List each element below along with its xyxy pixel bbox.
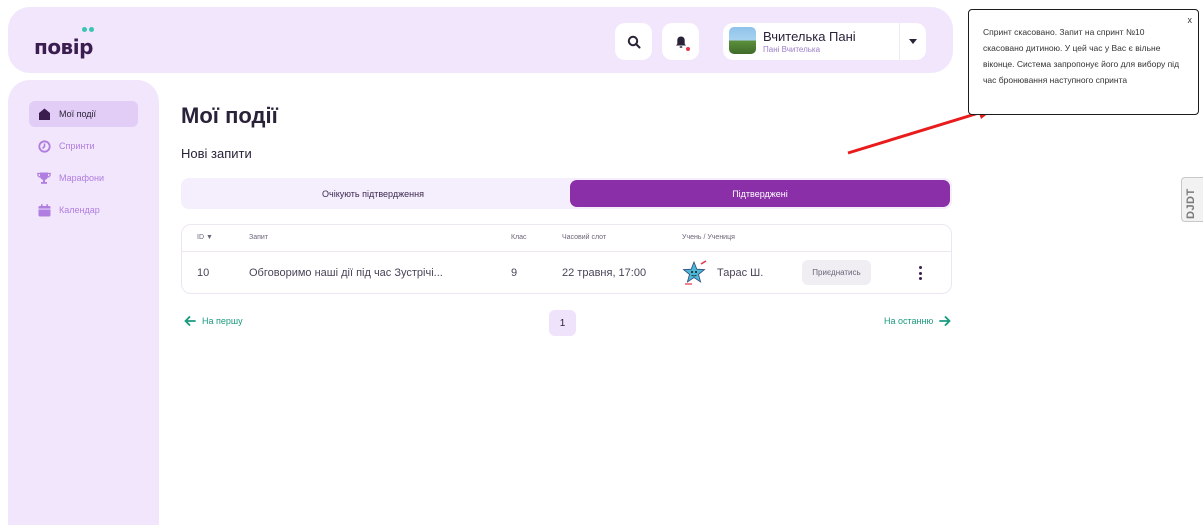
debug-toolbar-handle[interactable]: DJDT <box>1181 177 1203 222</box>
notification-toast: x Спринт скасовано. Запит на спринт №10 … <box>968 9 1199 115</box>
sidebar-item-label: Спринти <box>59 141 95 151</box>
cell-grade: 9 <box>511 267 518 279</box>
sidebar-item-marathons[interactable]: Марафони <box>29 165 138 191</box>
home-icon <box>37 107 51 121</box>
arrow-left-icon <box>184 316 196 326</box>
page-title: Мої події <box>181 103 278 128</box>
trophy-icon <box>37 171 51 185</box>
debug-toolbar-label: DJDT <box>1185 188 1197 219</box>
pagination-current-page[interactable]: 1 <box>549 310 576 336</box>
sidebar-item-my-events[interactable]: Мої події <box>29 101 138 127</box>
pagination-last[interactable]: На останню <box>884 316 952 326</box>
pagination-first-label: На першу <box>202 316 243 326</box>
requests-table: ID ▼ Запит Клас Часовий слот Учень / Уче… <box>181 224 952 294</box>
column-header-slot: Часовий слот <box>562 234 607 241</box>
notifications-button[interactable] <box>662 23 699 60</box>
sidebar-item-label: Мої події <box>59 109 97 119</box>
logo[interactable]: повір <box>34 27 94 59</box>
pagination-first[interactable]: На першу <box>184 316 243 326</box>
join-button[interactable]: Приєднатись <box>802 260 871 285</box>
chevron-down-icon <box>909 39 917 44</box>
user-menu-toggle[interactable] <box>899 23 926 60</box>
bell-icon <box>675 36 686 48</box>
search-button[interactable] <box>615 23 652 60</box>
close-icon[interactable]: x <box>1188 12 1193 28</box>
avatar <box>729 27 756 54</box>
sidebar-item-label: Календар <box>59 205 100 215</box>
toast-message: Спринт скасовано. Запит на спринт №10 ск… <box>983 27 1180 85</box>
app-page: повір Вчителька Пані Пані Вчителька Мої … <box>0 0 1203 525</box>
cell-request: Обговоримо наші дії під час Зустрічі... <box>249 267 443 279</box>
student-avatar-star-icon <box>682 260 707 285</box>
tab-confirmed[interactable]: Підтверджені <box>570 180 950 207</box>
search-icon <box>627 35 640 48</box>
sprint-icon <box>37 139 51 153</box>
logo-dots-icon <box>82 27 94 32</box>
sidebar-item-sprints[interactable]: Спринти <box>29 133 138 159</box>
column-header-id[interactable]: ID ▼ <box>197 234 213 241</box>
status-tabs: Очікують підтвердження Підтверджені <box>181 178 952 209</box>
logo-text: повір <box>34 35 93 59</box>
sidebar-item-label: Марафони <box>59 173 105 183</box>
notification-dot <box>686 47 690 51</box>
pagination-last-label: На останню <box>884 316 934 326</box>
user-menu[interactable]: Вчителька Пані Пані Вчителька <box>723 23 926 60</box>
column-header-student: Учень / Учениця <box>682 234 735 241</box>
sidebar-item-calendar[interactable]: Календар <box>29 197 138 223</box>
cell-student: Тарас Ш. <box>717 267 764 279</box>
more-options-icon[interactable] <box>915 264 925 282</box>
arrow-right-icon <box>939 316 952 326</box>
cell-slot: 22 травня, 17:00 <box>562 267 647 279</box>
calendar-icon <box>37 203 51 217</box>
table-row[interactable]: 10 Обговоримо наші дії під час Зустрічі.… <box>182 251 951 294</box>
sidebar: Мої події Спринти Марафони Календар <box>8 80 159 525</box>
cell-id: 10 <box>197 267 210 279</box>
tab-pending[interactable]: Очікують підтвердження <box>183 180 563 207</box>
section-subtitle: Нові запити <box>181 146 252 161</box>
column-header-grade: Клас <box>511 234 527 241</box>
user-role: Пані Вчителька <box>763 45 821 54</box>
top-header: повір Вчителька Пані Пані Вчителька <box>8 7 953 73</box>
user-name: Вчителька Пані <box>763 29 856 44</box>
column-header-request: Запит <box>249 234 269 241</box>
